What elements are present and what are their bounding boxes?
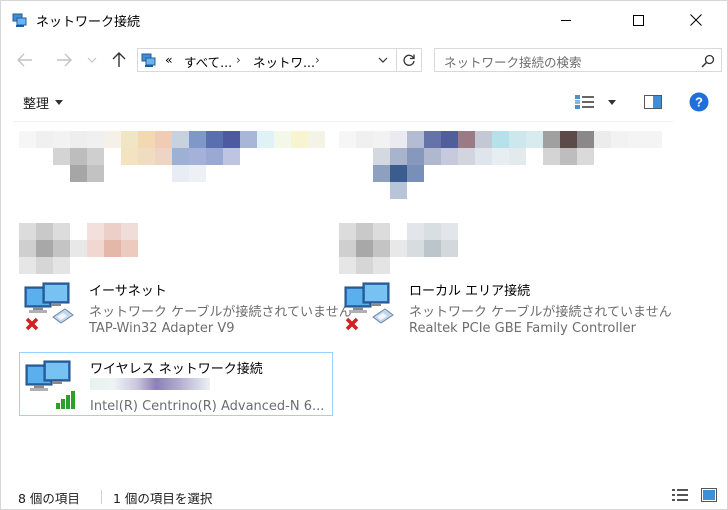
connection-adapter: TAP-Win32 Adapter V9 [89, 321, 235, 336]
details-view-icon [575, 95, 594, 109]
title-bar[interactable]: ネットワーク接続 [1, 1, 727, 39]
connection-item-local-area[interactable]: ローカル エリア接続 ネットワーク ケーブルが接続されていません Realtek… [339, 275, 679, 339]
breadcrumb-separator[interactable]: › [236, 53, 241, 67]
connection-name: イーサネット [89, 284, 167, 299]
breadcrumb-all[interactable]: すべて... [184, 52, 232, 71]
toolbar-divider [13, 121, 673, 122]
connection-status: ネットワーク ケーブルが接続されていません [89, 305, 352, 320]
back-button[interactable] [14, 49, 36, 71]
large-icons-view-icon [701, 488, 717, 502]
organize-label: 整理 [23, 97, 50, 112]
command-bar: 整理 ? [1, 83, 727, 121]
close-button[interactable] [673, 1, 719, 39]
caret-down-icon [55, 100, 64, 105]
connection-item-ethernet[interactable]: イーサネット ネットワーク ケーブルが接続されていません TAP-Win32 A… [19, 275, 352, 339]
obscured-network-name [90, 378, 210, 390]
preview-pane-icon [644, 95, 662, 109]
view-menu-button[interactable] [605, 91, 619, 113]
details-view-button[interactable] [671, 487, 689, 503]
chevron-down-icon [87, 57, 97, 63]
recent-locations-button[interactable] [85, 49, 99, 71]
search-icon[interactable] [701, 53, 715, 68]
search-box[interactable]: ネットワーク接続の検索 [434, 48, 722, 72]
connection-adapter: Realtek PCIe GBE Family Controller [409, 321, 636, 336]
connection-item-wireless[interactable]: ワイヤレス ネットワーク接続 Intel(R) Centrino(R) Adva… [19, 352, 333, 416]
network-adapter-disconnected-icon [23, 279, 77, 333]
maximize-button[interactable] [615, 1, 661, 39]
refresh-button[interactable] [396, 49, 421, 71]
chevron-down-icon [378, 57, 388, 63]
connection-adapter: Intel(R) Centrino(R) Advanced-N 6... [90, 399, 325, 414]
maximize-icon [632, 14, 644, 26]
item-count: 8 個の項目 [18, 491, 80, 506]
help-button[interactable]: ? [687, 91, 711, 113]
address-bar[interactable]: « すべて... › ネットワ... › [137, 48, 422, 72]
explorer-window: ネットワーク接続 « すべて... › ネットワ... › ネットワーク接続の検… [0, 0, 728, 510]
preview-pane-button[interactable] [642, 91, 664, 113]
svg-text:?: ? [695, 95, 703, 110]
status-divider [101, 490, 102, 504]
up-button[interactable] [108, 49, 130, 71]
connection-status: ネットワーク ケーブルが接続されていません [409, 305, 672, 320]
minimize-icon [560, 19, 571, 21]
network-connections-icon [12, 12, 28, 28]
arrow-left-icon [17, 53, 32, 67]
large-icons-view-button[interactable] [700, 487, 718, 503]
caret-down-icon [608, 99, 616, 105]
details-view-icon [672, 489, 688, 501]
arrow-right-icon [57, 53, 72, 67]
search-placeholder[interactable]: ネットワーク接続の検索 [444, 52, 582, 71]
window-title: ネットワーク接続 [36, 15, 141, 30]
forward-button[interactable] [53, 49, 75, 71]
breadcrumb-network[interactable]: ネットワ... [253, 52, 315, 71]
breadcrumb-separator[interactable]: › [315, 53, 320, 67]
network-connections-icon [141, 52, 157, 68]
organize-button[interactable]: 整理 [23, 93, 64, 112]
breadcrumb-overflow[interactable]: « [165, 52, 173, 67]
navigation-bar: « すべて... › ネットワ... › ネットワーク接続の検索 [1, 39, 727, 83]
connections-list[interactable]: イーサネット ネットワーク ケーブルが接続されていません TAP-Win32 A… [1, 123, 727, 481]
connection-name: ローカル エリア接続 [409, 284, 531, 299]
close-icon [690, 14, 702, 26]
status-bar: 8 個の項目 1 個の項目を選択 [1, 481, 727, 509]
selection-count: 1 個の項目を選択 [113, 491, 213, 506]
help-icon: ? [689, 92, 709, 112]
view-options-button[interactable] [574, 91, 596, 113]
address-history-button[interactable] [373, 49, 393, 71]
connection-name: ワイヤレス ネットワーク接続 [90, 362, 263, 377]
wireless-adapter-icon [24, 357, 78, 411]
refresh-icon [403, 54, 415, 66]
network-adapter-disconnected-icon [343, 279, 397, 333]
minimize-button[interactable] [543, 1, 589, 39]
arrow-up-icon [112, 52, 126, 67]
